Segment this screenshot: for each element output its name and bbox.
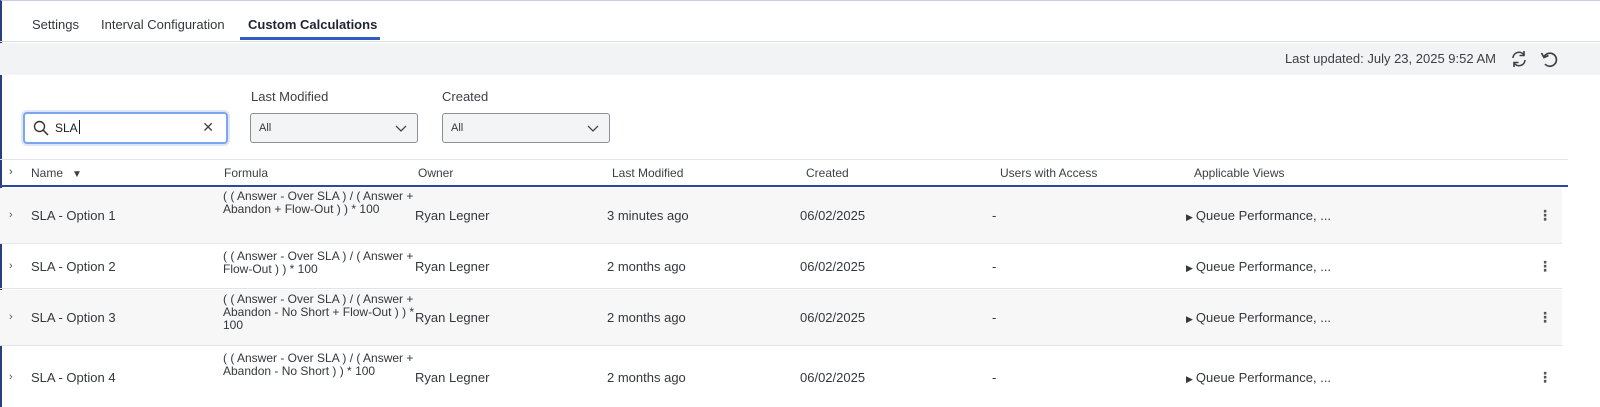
row-users-with-access: -	[992, 259, 997, 274]
refresh-icon[interactable]	[1509, 49, 1529, 69]
row-formula: ( ( Answer - Over SLA ) / ( Answer + Aba…	[223, 292, 415, 332]
chevron-down-icon	[587, 125, 599, 132]
row-name: SLA - Option 2	[31, 259, 116, 274]
row-created: 06/02/2025	[800, 310, 866, 325]
row-last-modified: 2 months ago	[607, 259, 686, 274]
row-owner: Ryan Legner	[415, 208, 490, 223]
row-more-icon[interactable]: ⋮	[1538, 258, 1552, 275]
row-expand-icon[interactable]: ›	[9, 371, 13, 383]
row-formula: ( ( Answer - Over SLA ) / ( Answer + Aba…	[223, 351, 414, 378]
row-last-modified: 2 months ago	[607, 370, 686, 385]
last-modified-select-value: All	[259, 122, 272, 134]
row-more-icon[interactable]: ⋮	[1538, 309, 1552, 326]
last-modified-filter-label: Last Modified	[251, 89, 329, 104]
column-header-formula[interactable]: Formula	[224, 166, 268, 180]
active-tab-indicator	[240, 37, 380, 40]
row-more-icon[interactable]: ⋮	[1538, 207, 1552, 224]
sort-desc-icon: ▼	[72, 169, 82, 180]
row-owner: Ryan Legner	[415, 259, 490, 274]
created-select[interactable]: All	[442, 113, 610, 143]
row-last-modified: 2 months ago	[607, 310, 686, 325]
search-icon	[33, 120, 49, 136]
toolbar: Last updated: July 23, 2025 9:52 AM	[0, 43, 1600, 75]
tab-settings[interactable]: Settings	[32, 17, 79, 32]
column-header-last-modified[interactable]: Last Modified	[612, 166, 683, 180]
row-expand-icon[interactable]: ›	[9, 209, 13, 221]
row-formula: ( ( Answer - Over SLA ) / ( Answer + Aba…	[223, 189, 414, 216]
row-name: SLA - Option 1	[31, 208, 116, 223]
table-row[interactable]: › SLA - Option 1 ( ( Answer - Over SLA )…	[0, 188, 1562, 244]
close-icon[interactable]: ✕	[202, 119, 214, 136]
column-header-name[interactable]: Name ▼	[31, 166, 82, 180]
tab-custom-calculations[interactable]: Custom Calculations	[248, 17, 377, 32]
row-more-icon[interactable]: ⋮	[1538, 369, 1552, 386]
column-header-applicable-views[interactable]: Applicable Views	[1194, 166, 1285, 180]
column-header-users-with-access[interactable]: Users with Access	[1000, 166, 1097, 180]
table-row[interactable]: › SLA - Option 2 ( ( Answer - Over SLA )…	[0, 245, 1562, 289]
row-applicable-views[interactable]: ▶ Queue Performance, ...	[1186, 370, 1331, 385]
column-header-owner[interactable]: Owner	[418, 166, 453, 180]
table-row[interactable]: › SLA - Option 4 ( ( Answer - Over SLA )…	[0, 347, 1562, 407]
last-modified-select[interactable]: All	[250, 113, 418, 143]
created-select-value: All	[451, 122, 464, 134]
table-row[interactable]: › SLA - Option 3 ( ( Answer - Over SLA )…	[0, 290, 1562, 346]
column-header-created[interactable]: Created	[806, 166, 849, 180]
last-updated-text: Last updated: July 23, 2025 9:52 AM	[1284, 51, 1496, 66]
row-owner: Ryan Legner	[415, 310, 490, 325]
row-created: 06/02/2025	[800, 370, 866, 385]
row-applicable-views[interactable]: ▶ Queue Performance, ...	[1186, 259, 1331, 274]
row-users-with-access: -	[992, 208, 997, 223]
row-expand-icon[interactable]: ›	[9, 311, 13, 323]
tab-bar: Settings Interval Configuration Custom C…	[0, 0, 1600, 42]
undo-icon[interactable]	[1539, 49, 1559, 69]
row-owner: Ryan Legner	[415, 370, 490, 385]
row-created: 06/02/2025	[800, 259, 866, 274]
row-formula: ( ( Answer - Over SLA ) / ( Answer + Flo…	[223, 249, 414, 276]
search-input[interactable]: SLA ✕	[23, 112, 228, 144]
row-applicable-views[interactable]: ▶ Queue Performance, ...	[1186, 208, 1331, 223]
created-filter-label: Created	[442, 89, 489, 104]
table-header: › Name ▼ Formula Owner Last Modified Crea…	[0, 159, 1568, 187]
row-last-modified: 3 minutes ago	[607, 208, 689, 223]
chevron-down-icon	[395, 125, 407, 132]
row-users-with-access: -	[992, 310, 997, 325]
row-name: SLA - Option 3	[31, 310, 116, 325]
row-expand-icon[interactable]: ›	[9, 260, 13, 272]
row-users-with-access: -	[992, 370, 997, 385]
row-created: 06/02/2025	[800, 208, 866, 223]
tab-interval-configuration[interactable]: Interval Configuration	[101, 17, 225, 32]
row-name: SLA - Option 4	[31, 370, 116, 385]
expand-all-icon[interactable]: ›	[9, 166, 13, 178]
search-value: SLA	[55, 120, 80, 135]
row-applicable-views[interactable]: ▶ Queue Performance, ...	[1186, 310, 1331, 325]
